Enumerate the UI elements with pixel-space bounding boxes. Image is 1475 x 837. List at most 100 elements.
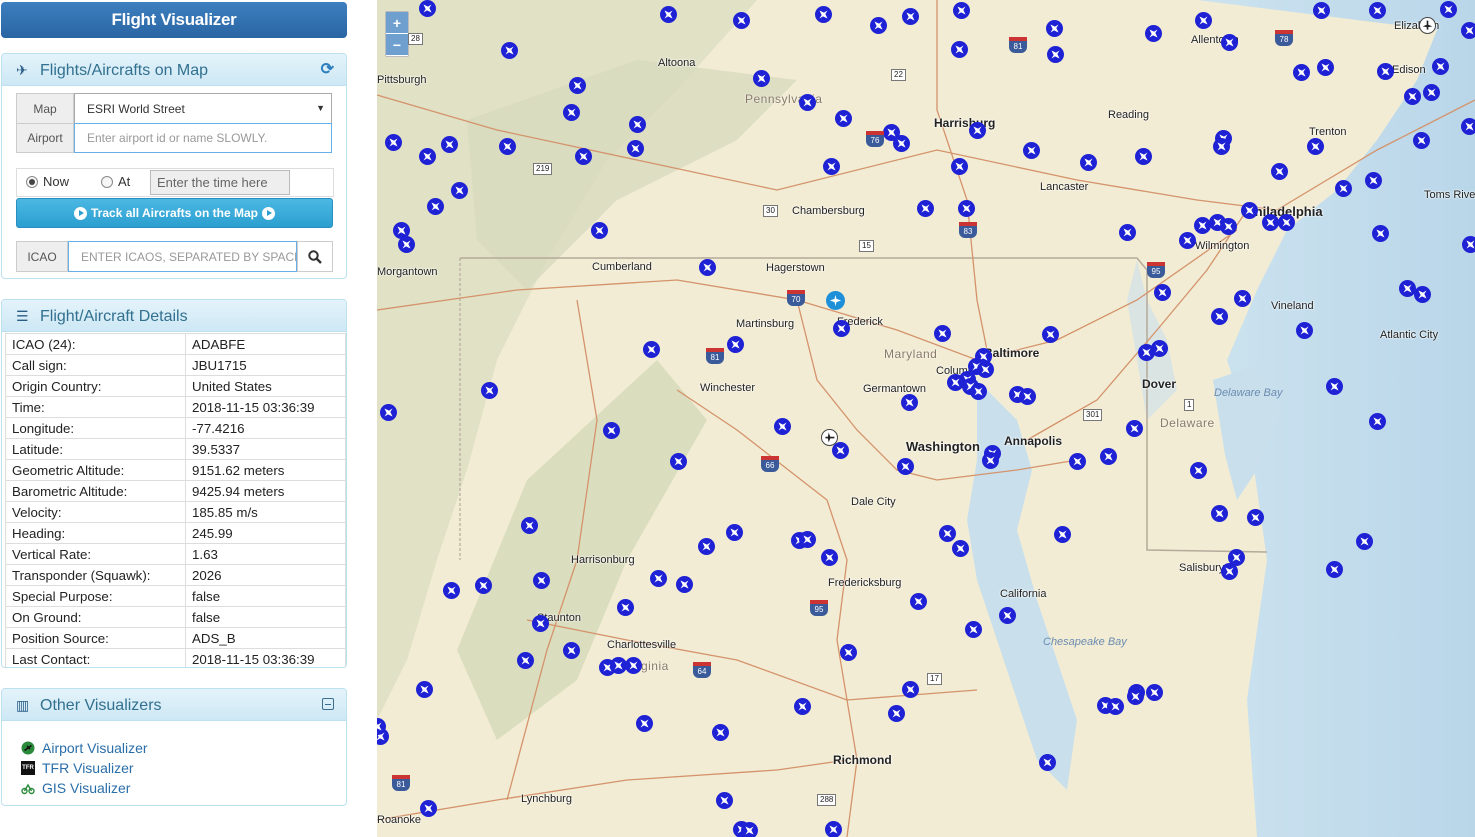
aircraft-marker[interactable]	[1146, 684, 1163, 701]
aircraft-marker[interactable]	[893, 135, 910, 152]
collapse-icon[interactable]	[322, 698, 334, 710]
aircraft-marker[interactable]	[833, 320, 850, 337]
aircraft-marker[interactable]	[1179, 232, 1196, 249]
aircraft-marker[interactable]	[398, 236, 415, 253]
aircraft-marker[interactable]	[1335, 180, 1352, 197]
aircraft-marker[interactable]	[1107, 698, 1124, 715]
aircraft-marker[interactable]	[951, 41, 968, 58]
aircraft-marker[interactable]	[617, 599, 634, 616]
aircraft-marker[interactable]	[1151, 340, 1168, 357]
aircraft-marker[interactable]	[1135, 148, 1152, 165]
aircraft-marker[interactable]	[1211, 308, 1228, 325]
aircraft-marker[interactable]	[1054, 526, 1071, 543]
aircraft-marker[interactable]	[1213, 138, 1230, 155]
aircraft-marker[interactable]	[1365, 172, 1382, 189]
aircraft-marker[interactable]	[1369, 2, 1386, 19]
aircraft-marker[interactable]	[1145, 25, 1162, 42]
aircraft-marker[interactable]	[1190, 462, 1207, 479]
aircraft-marker[interactable]	[910, 593, 927, 610]
aircraft-marker[interactable]	[977, 361, 994, 378]
aircraft-marker[interactable]	[1293, 64, 1310, 81]
aircraft-marker[interactable]	[1271, 163, 1288, 180]
selected-aircraft-marker[interactable]	[826, 291, 845, 310]
map-view[interactable]: + − Pittsburgh Altoona Harrisburg Allentown…	[377, 0, 1475, 837]
aircraft-marker[interactable]	[1440, 1, 1457, 18]
aircraft-marker[interactable]	[1069, 453, 1086, 470]
aircraft-marker[interactable]	[901, 394, 918, 411]
aircraft-marker[interactable]	[501, 42, 518, 59]
gis-visualizer-link[interactable]: GIS Visualizer	[21, 778, 148, 798]
aircraft-marker[interactable]	[1220, 218, 1237, 235]
aircraft-marker[interactable]	[627, 140, 644, 157]
aircraft-marker[interactable]	[1377, 63, 1394, 80]
aircraft-marker[interactable]	[569, 77, 586, 94]
aircraft-marker[interactable]	[1462, 236, 1475, 253]
aircraft-marker[interactable]	[870, 17, 887, 34]
aircraft-marker[interactable]	[603, 422, 620, 439]
icao-input[interactable]: ENTER ICAOS, SEPARATED BY SPACE	[68, 241, 297, 272]
aircraft-marker[interactable]	[1326, 561, 1343, 578]
refresh-icon[interactable]: ⟳	[321, 54, 334, 86]
aircraft-marker[interactable]	[951, 158, 968, 175]
aircraft-marker[interactable]	[1195, 12, 1212, 29]
airport-marker[interactable]	[1419, 17, 1436, 34]
aircraft-marker[interactable]	[699, 259, 716, 276]
aircraft-marker[interactable]	[385, 134, 402, 151]
airport-visualizer-link[interactable]: Airport Visualizer	[21, 738, 148, 758]
aircraft-marker[interactable]	[1326, 378, 1343, 395]
aircraft-marker[interactable]	[970, 383, 987, 400]
aircraft-marker[interactable]	[888, 705, 905, 722]
aircraft-marker[interactable]	[1372, 225, 1389, 242]
aircraft-marker[interactable]	[1296, 322, 1313, 339]
aircraft-marker[interactable]	[1154, 284, 1171, 301]
aircraft-marker[interactable]	[1461, 118, 1475, 135]
aircraft-marker[interactable]	[1046, 20, 1063, 37]
aircraft-marker[interactable]	[1356, 533, 1373, 550]
aircraft-marker[interactable]	[1404, 88, 1421, 105]
aircraft-marker[interactable]	[420, 800, 437, 817]
aircraft-marker[interactable]	[419, 0, 436, 17]
track-all-button[interactable]: Track all Aircrafts on the Map	[16, 198, 333, 228]
aircraft-marker[interactable]	[443, 582, 460, 599]
aircraft-marker[interactable]	[451, 182, 468, 199]
aircraft-marker[interactable]	[840, 644, 857, 661]
aircraft-marker[interactable]	[958, 200, 975, 217]
aircraft-marker[interactable]	[799, 531, 816, 548]
aircraft-marker[interactable]	[419, 148, 436, 165]
aircraft-marker[interactable]	[1042, 326, 1059, 343]
aircraft-marker[interactable]	[939, 525, 956, 542]
aircraft-marker[interactable]	[1039, 754, 1056, 771]
aircraft-marker[interactable]	[934, 325, 951, 342]
aircraft-marker[interactable]	[521, 517, 538, 534]
airport-input[interactable]: Enter airport id or name SLOWLY.	[74, 123, 332, 153]
aircraft-marker[interactable]	[733, 12, 750, 29]
aircraft-marker[interactable]	[799, 94, 816, 111]
aircraft-marker[interactable]	[1414, 286, 1431, 303]
aircraft-marker[interactable]	[823, 158, 840, 175]
aircraft-marker[interactable]	[952, 540, 969, 557]
aircraft-marker[interactable]	[481, 382, 498, 399]
aircraft-marker[interactable]	[650, 570, 667, 587]
at-radio[interactable]	[101, 176, 113, 188]
aircraft-marker[interactable]	[1241, 202, 1258, 219]
aircraft-marker[interactable]	[1047, 46, 1064, 63]
aircraft-marker[interactable]	[815, 6, 832, 23]
aircraft-marker[interactable]	[1127, 688, 1144, 705]
aircraft-marker[interactable]	[1234, 290, 1251, 307]
aircraft-marker[interactable]	[698, 538, 715, 555]
aircraft-marker[interactable]	[1221, 34, 1238, 51]
aircraft-marker[interactable]	[753, 70, 770, 87]
aircraft-marker[interactable]	[902, 681, 919, 698]
aircraft-marker[interactable]	[999, 607, 1016, 624]
aircraft-marker[interactable]	[563, 104, 580, 121]
aircraft-marker[interactable]	[660, 6, 677, 23]
aircraft-marker[interactable]	[441, 136, 458, 153]
aircraft-marker[interactable]	[1317, 59, 1334, 76]
aircraft-marker[interactable]	[1126, 420, 1143, 437]
aircraft-marker[interactable]	[726, 524, 743, 541]
aircraft-marker[interactable]	[727, 336, 744, 353]
aircraft-marker[interactable]	[825, 821, 842, 837]
aircraft-marker[interactable]	[533, 572, 550, 589]
aircraft-marker[interactable]	[625, 657, 642, 674]
aircraft-marker[interactable]	[1221, 563, 1238, 580]
